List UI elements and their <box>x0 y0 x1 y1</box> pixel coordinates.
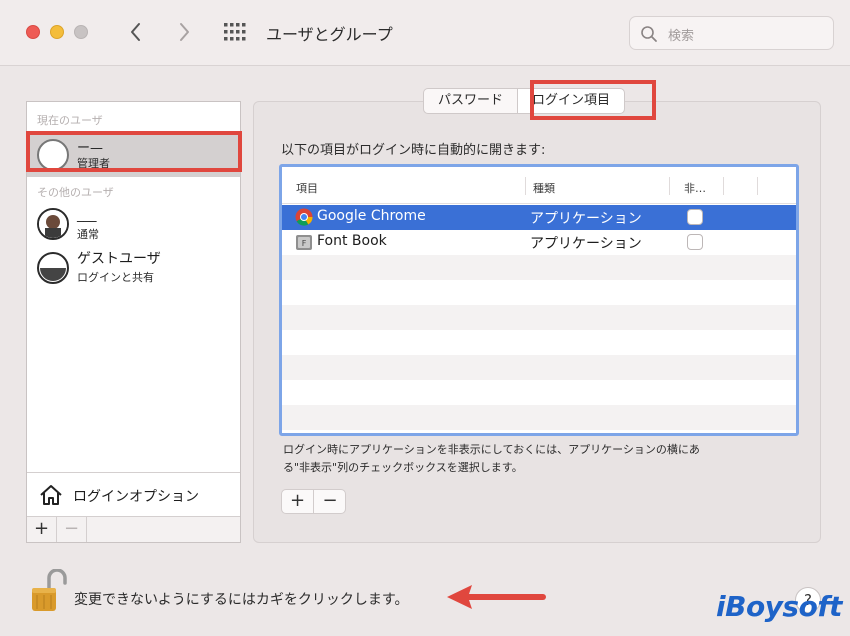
guest-user-icon <box>40 255 66 281</box>
column-header-hide[interactable]: 非… <box>684 180 706 196</box>
user-name: ゲストユーザ <box>77 251 161 267</box>
guest-avatar <box>37 252 69 284</box>
chevron-left-icon <box>131 23 140 41</box>
empty-table-row <box>282 255 796 280</box>
back-button[interactable] <box>124 19 148 45</box>
empty-table-row <box>282 355 796 380</box>
svg-text:F: F <box>302 239 307 248</box>
column-separator <box>723 177 724 195</box>
user-list-buttons: + − <box>27 516 240 542</box>
font-book-icon: F <box>296 235 312 250</box>
user-name: ___ <box>77 208 97 223</box>
empty-table-row <box>282 305 796 330</box>
column-header-item[interactable]: 項目 <box>296 180 318 196</box>
empty-table-row <box>282 405 796 430</box>
remove-user-button[interactable]: − <box>57 517 87 542</box>
unlocked-padlock-icon <box>32 568 67 611</box>
add-login-item-button[interactable]: + <box>282 490 314 513</box>
house-icon <box>40 485 62 505</box>
column-separator <box>757 177 758 195</box>
current-users-section-label: 現在のユーザ <box>37 114 103 127</box>
avatar <box>37 208 69 240</box>
tab-password[interactable]: パスワード <box>423 88 518 114</box>
user-photo-icon <box>39 210 67 238</box>
login-options-label: ログインオプション <box>73 489 199 505</box>
remove-login-item-button[interactable]: − <box>314 490 346 513</box>
table-row[interactable]: Google Chrome アプリケーション <box>282 205 796 230</box>
close-window-button[interactable] <box>26 25 40 39</box>
login-items-tab-highlight <box>530 80 656 120</box>
add-user-button[interactable]: + <box>27 517 57 542</box>
hide-instructions: ログイン時にアプリケーションを非表示にしておくには、アプリケーションの横にあ る… <box>283 441 803 477</box>
annotation-arrow-icon <box>447 585 546 609</box>
search-field[interactable]: 検索 <box>629 16 834 50</box>
user-role: 通常 <box>77 228 99 241</box>
hide-checkbox[interactable] <box>687 209 703 225</box>
title-bar: ユーザとグループ 検索 <box>0 0 850 66</box>
empty-table-row <box>282 280 796 305</box>
other-users-section-label: その他のユーザ <box>37 186 114 199</box>
lock-message: 変更できないようにするにはカギをクリックします。 <box>74 592 409 608</box>
row-item-name: Google Chrome <box>317 208 426 224</box>
table-row[interactable]: F Font Book アプリケーション <box>282 230 796 255</box>
user-role: ログインと共有 <box>77 271 154 284</box>
window-title: ユーザとグループ <box>266 25 393 44</box>
minimize-window-button[interactable] <box>50 25 64 39</box>
login-items-description: 以下の項目がログイン時に自動的に開きます: <box>281 143 546 158</box>
empty-table-row <box>282 330 796 355</box>
search-placeholder: 検索 <box>668 29 695 44</box>
show-all-grid-button[interactable] <box>224 23 246 41</box>
hide-instructions-line: ログイン時にアプリケーションを非表示にしておくには、アプリケーションの横にあ <box>283 443 700 456</box>
forward-button[interactable] <box>172 19 196 45</box>
column-separator <box>525 177 526 195</box>
login-options-button[interactable]: ログインオプション <box>27 472 240 516</box>
row-item-name: Font Book <box>317 233 387 249</box>
hide-instructions-line: る"非表示"列のチェックボックスを選択します。 <box>283 461 523 474</box>
column-separator <box>669 177 670 195</box>
watermark-logo: iBoysoft <box>716 590 842 623</box>
user-row-standard[interactable]: ___ 通常 <box>27 202 240 246</box>
row-item-kind: アプリケーション <box>530 236 642 252</box>
lock-button[interactable] <box>27 568 67 613</box>
user-row-guest[interactable]: ゲストユーザ ログインと共有 <box>27 246 240 290</box>
column-header-kind[interactable]: 種類 <box>533 180 555 196</box>
admin-user-highlight <box>26 131 242 172</box>
zoom-window-button[interactable] <box>74 25 88 39</box>
row-item-kind: アプリケーション <box>530 211 642 227</box>
hide-checkbox[interactable] <box>687 234 703 250</box>
search-icon <box>641 26 657 42</box>
google-chrome-icon <box>295 208 313 226</box>
empty-table-row <box>282 380 796 405</box>
table-header: 項目 種類 非… <box>282 167 796 204</box>
chevron-right-icon <box>180 23 189 41</box>
login-item-add-remove: + − <box>281 489 346 514</box>
grid-icon <box>224 23 246 41</box>
login-items-table[interactable]: 項目 種類 非… Google Chrome アプリケーション F Font B… <box>279 164 799 436</box>
